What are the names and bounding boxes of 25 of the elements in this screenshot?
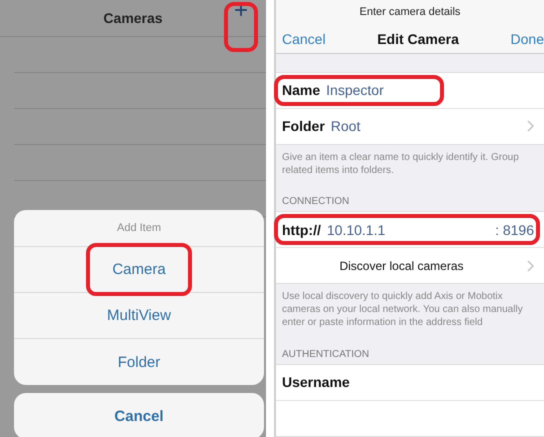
cancel-button[interactable]: Cancel bbox=[282, 30, 326, 47]
chevron-icon bbox=[527, 260, 534, 272]
section-footer: Give an item a clear name to quickly identify it. Group related items into folders. bbox=[276, 144, 544, 185]
sheet-option[interactable]: Folder bbox=[14, 339, 264, 385]
folder-value[interactable]: Root bbox=[330, 118, 521, 134]
cancel-button[interactable]: Cancel bbox=[14, 393, 264, 437]
field-label: Name bbox=[282, 82, 320, 98]
chevron-icon bbox=[527, 120, 534, 132]
section-header: CONNECTION bbox=[282, 196, 350, 208]
field-label: Username bbox=[282, 374, 350, 390]
sheet-option[interactable]: MultiView bbox=[14, 293, 264, 339]
done-button[interactable]: Done bbox=[510, 30, 544, 47]
input-field[interactable]: Inspector bbox=[326, 82, 534, 98]
port-field[interactable]: : 8196 bbox=[495, 222, 534, 238]
nav-title: Cameras bbox=[103, 10, 163, 26]
field-label: Folder bbox=[282, 118, 325, 134]
discover-cameras-button[interactable]: Discover local cameras bbox=[282, 258, 521, 274]
nav-title: Edit Camera bbox=[377, 30, 459, 47]
protocol-label: http:// bbox=[282, 222, 321, 238]
prompt-text: Enter camera details bbox=[276, 0, 544, 24]
address-field[interactable]: 10.10.1.1 bbox=[326, 222, 490, 238]
sheet-title: Add Item bbox=[14, 210, 264, 247]
section-header: AUTHENTICATION bbox=[282, 348, 370, 360]
sheet-option[interactable]: Camera bbox=[14, 247, 264, 293]
section-footer: Use local discovery to quickly add Axis or Mobotix cameras on your local network. You can also manually enter or paste information in the address field bbox=[276, 284, 544, 338]
